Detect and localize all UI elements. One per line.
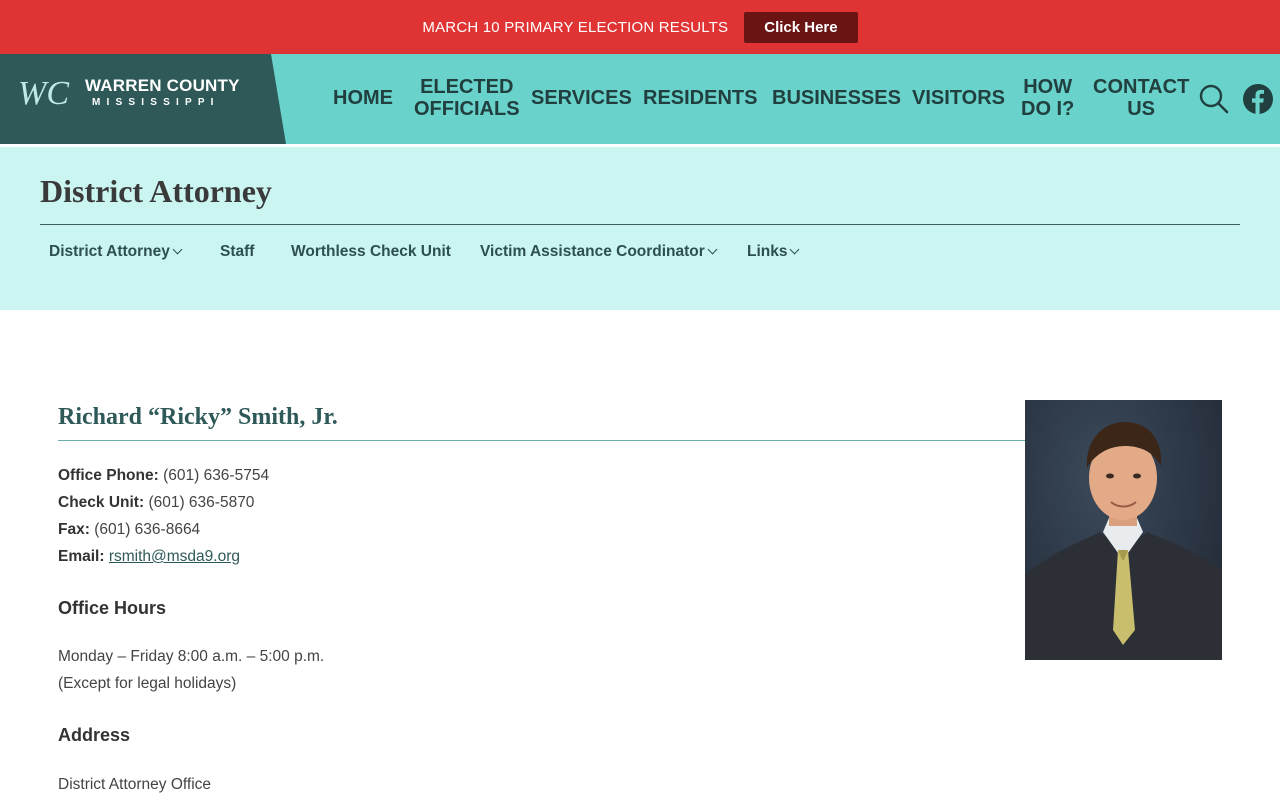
nav-visitors-label: VISITORS bbox=[912, 87, 1005, 109]
election-results-button[interactable]: Click Here bbox=[744, 11, 858, 43]
check-unit-value: (601) 636-5870 bbox=[148, 494, 255, 511]
site-logo[interactable]: WC WARREN COUNTY MISSISSIPPI bbox=[0, 54, 286, 144]
nav-home[interactable]: HOME bbox=[333, 87, 393, 109]
logo-name: WARREN COUNTY bbox=[85, 76, 240, 95]
nav-services[interactable]: SERVICES bbox=[531, 87, 632, 109]
chevron-down-icon bbox=[707, 244, 718, 255]
nav-businesses-label: BUSINESSES bbox=[772, 87, 901, 109]
office-phone-label: Office Phone: bbox=[58, 467, 159, 484]
nav-elected-officials-label-2: OFFICIALS bbox=[414, 98, 520, 120]
nav-services-label: SERVICES bbox=[531, 87, 632, 109]
nav-contact-us-label-2: US bbox=[1127, 98, 1156, 120]
chevron-down-icon bbox=[790, 244, 800, 255]
nav-visitors[interactable]: VISITORS bbox=[912, 87, 1005, 109]
official-photo bbox=[1025, 400, 1222, 660]
check-unit-label: Check Unit: bbox=[58, 494, 145, 511]
office-hours-note: (Except for legal holidays) bbox=[58, 675, 237, 692]
section-header: District Attorney District Attorney Staf… bbox=[0, 147, 1280, 310]
nav-businesses[interactable]: BUSINESSES bbox=[772, 87, 901, 109]
fax-label: Fax: bbox=[58, 521, 90, 538]
site-header: WC WARREN COUNTY MISSISSIPPI HOME ELECTE… bbox=[0, 54, 1280, 144]
nav-contact-us[interactable]: CONTACT US bbox=[1093, 76, 1189, 120]
nav-elected-officials[interactable]: ELECTED OFFICIALS bbox=[414, 76, 520, 120]
alert-bar: MARCH 10 PRIMARY ELECTION RESULTS Click … bbox=[0, 0, 1280, 54]
nav-residents-label: RESIDENTS bbox=[643, 87, 758, 109]
office-phone: Office Phone: (601) 636-5754 bbox=[58, 467, 269, 485]
page-title: District Attorney bbox=[40, 173, 272, 209]
subnav-links-label: Links bbox=[747, 243, 788, 260]
nav-how-do-i-label-2: DO I? bbox=[1021, 98, 1075, 120]
alert-text: MARCH 10 PRIMARY ELECTION RESULTS bbox=[422, 18, 729, 36]
email: Email: rsmith@msda9.org bbox=[58, 548, 240, 566]
nav-elected-officials-label: ELECTED bbox=[420, 76, 514, 98]
nav-contact-us-label: CONTACT bbox=[1093, 76, 1190, 98]
address-line: District Attorney Office bbox=[58, 776, 212, 793]
portrait-illustration bbox=[1025, 422, 1222, 660]
wc-monogram-icon: WC bbox=[18, 75, 69, 112]
subnav-victim-assistance-label: Victim Assistance Coordinator bbox=[480, 243, 705, 260]
name-divider bbox=[58, 440, 1025, 441]
facebook-icon[interactable] bbox=[1243, 84, 1273, 114]
email-label: Email: bbox=[58, 548, 105, 565]
fax-number: Fax: (601) 636-8664 bbox=[58, 521, 200, 539]
logo-initials: WC bbox=[18, 75, 69, 112]
search-icon[interactable] bbox=[1198, 83, 1230, 115]
office-hours-heading: Office Hours bbox=[58, 598, 167, 618]
email-link[interactable]: rsmith@msda9.org bbox=[109, 548, 240, 565]
check-unit-phone: Check Unit: (601) 636-5870 bbox=[58, 494, 254, 512]
nav-how-do-i[interactable]: HOW DO I? bbox=[1021, 76, 1074, 120]
subnav-victim-assistance[interactable]: Victim Assistance Coordinator bbox=[480, 243, 718, 261]
nav-how-do-i-label: HOW bbox=[1023, 76, 1073, 98]
subnav-staff[interactable]: Staff bbox=[220, 243, 254, 261]
subnav-staff-label: Staff bbox=[220, 243, 255, 260]
subnav-worthless-check-unit-label: Worthless Check Unit bbox=[291, 243, 451, 260]
title-divider bbox=[40, 224, 1240, 225]
address-heading: Address bbox=[58, 725, 131, 745]
subnav-links[interactable]: Links bbox=[747, 243, 800, 261]
nav-home-label: HOME bbox=[333, 87, 393, 109]
fax-value: (601) 636-8664 bbox=[94, 521, 201, 538]
logo-state: MISSISSIPPI bbox=[92, 97, 220, 108]
subnav-district-attorney[interactable]: District Attorney bbox=[49, 243, 183, 261]
office-phone-value: (601) 636-5754 bbox=[163, 467, 270, 484]
chevron-down-icon bbox=[172, 244, 183, 255]
nav-residents[interactable]: RESIDENTS bbox=[643, 87, 757, 109]
subnav-worthless-check-unit[interactable]: Worthless Check Unit bbox=[291, 243, 451, 261]
subnav-district-attorney-label: District Attorney bbox=[49, 243, 170, 260]
office-hours-line: Monday – Friday 8:00 a.m. – 5:00 p.m. bbox=[58, 648, 325, 665]
official-name: Richard “Ricky” Smith, Jr. bbox=[58, 404, 338, 430]
